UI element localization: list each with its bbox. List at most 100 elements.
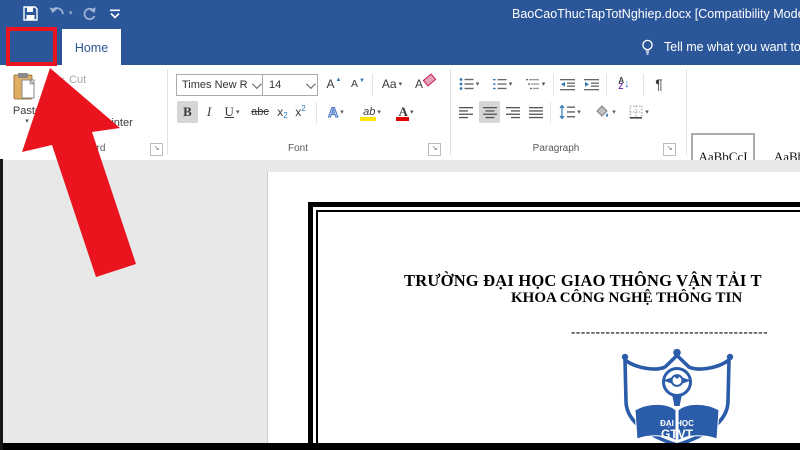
align-right-button[interactable]	[503, 101, 523, 123]
line-spacing-dropdown-icon: ▾	[577, 108, 581, 116]
tell-me-box[interactable]: Tell me what you want to	[664, 40, 800, 54]
decrease-indent-icon	[560, 78, 575, 91]
word-window: ▾ BaoCaoThucTapTotNghiep.docx [Compatibi…	[0, 0, 800, 450]
superscript-button[interactable]: x2	[292, 101, 309, 123]
bullets-dropdown-icon: ▾	[476, 80, 480, 88]
window-bottom-edge	[0, 443, 800, 450]
subscript-button[interactable]: x2	[274, 101, 291, 123]
logo-text-gtvt: GTVT	[661, 427, 694, 441]
italic-button[interactable]: I	[201, 101, 217, 123]
ribbon: Paste ▾ ✂ Cut Format Painter Clipboard ↘…	[0, 65, 800, 161]
clipboard-group-label: Clipboard	[63, 143, 106, 154]
align-left-icon	[459, 106, 473, 119]
highlight-button[interactable]: ab ▾	[356, 101, 388, 123]
shrink-font-button[interactable]: A ▼	[347, 73, 369, 95]
numbering-dropdown-icon: ▾	[509, 80, 513, 88]
group-divider	[167, 69, 168, 155]
sort-button[interactable]: A Z ↓	[611, 73, 637, 95]
save-icon[interactable]	[22, 5, 39, 22]
borders-dropdown-icon: ▾	[645, 108, 649, 116]
document-workspace: TRƯỜNG ĐẠI HỌC GIAO THÔNG VẬN TẢI T KHOA…	[0, 160, 800, 444]
undo-dropdown-icon[interactable]: ▾	[69, 9, 73, 17]
justify-icon	[529, 106, 543, 119]
cut-button[interactable]: ✂ Cut	[55, 73, 86, 87]
small-divider	[550, 102, 551, 124]
paint-bucket-icon	[594, 105, 610, 119]
customize-qat-icon[interactable]	[109, 8, 121, 20]
line-spacing-icon	[559, 105, 575, 119]
format-painter-button[interactable]: Format Painter	[60, 117, 133, 129]
show-hide-pilcrow-button[interactable]: ¶	[649, 73, 669, 95]
small-divider	[316, 102, 317, 124]
align-center-button[interactable]	[479, 101, 500, 123]
increase-indent-button[interactable]	[581, 73, 602, 95]
underline-button[interactable]: U ▾	[219, 101, 245, 123]
title-bar: ▾ BaoCaoThucTapTotNghiep.docx [Compatibi…	[0, 0, 800, 28]
clipboard-dialog-launcher-icon[interactable]: ↘	[150, 143, 163, 156]
paragraph-dialog-launcher-icon[interactable]: ↘	[663, 143, 676, 156]
document-title: BaoCaoThucTapTotNghiep.docx [Compatibili…	[512, 7, 800, 21]
paragraph-group-label: Paragraph	[533, 143, 580, 154]
font-color-bar	[396, 117, 409, 121]
font-size-value: 14	[269, 79, 281, 91]
ribbon-tab-row: File Home Insert Design Layout Reference…	[0, 28, 800, 65]
small-divider	[643, 74, 644, 96]
doc-dashed-divider: ----------------------------------------	[571, 324, 768, 340]
group-divider	[450, 69, 451, 155]
sort-arrow-icon: ↓	[624, 78, 630, 90]
grow-font-button[interactable]: A ▲	[323, 73, 345, 95]
paste-dropdown-icon: ▾	[10, 117, 44, 125]
clear-formatting-button[interactable]: A	[412, 73, 438, 95]
font-color-dropdown-icon: ▾	[410, 108, 414, 116]
highlight-dropdown-icon: ▾	[377, 108, 381, 116]
undo-icon[interactable]	[48, 6, 66, 21]
text-effects-button[interactable]: A ▾	[322, 101, 350, 123]
group-divider	[686, 69, 687, 155]
font-name-combo[interactable]: Times New R	[176, 74, 264, 96]
decrease-indent-button[interactable]	[557, 73, 578, 95]
small-divider	[606, 74, 607, 96]
multilevel-list-icon	[525, 77, 540, 91]
document-page[interactable]: TRƯỜNG ĐẠI HỌC GIAO THÔNG VẬN TẢI T KHOA…	[267, 172, 800, 444]
line-spacing-button[interactable]: ▾	[555, 101, 585, 123]
university-logo: ĐẠI HỌC GTVT	[613, 349, 741, 445]
underline-dropdown-icon: ▾	[236, 108, 240, 116]
numbered-list-icon	[492, 77, 507, 91]
bullets-button[interactable]: ▾	[455, 73, 483, 95]
small-divider	[553, 74, 554, 96]
justify-button[interactable]	[526, 101, 546, 123]
highlight-color-bar	[360, 117, 376, 121]
font-color-button[interactable]: A ▾	[392, 101, 420, 123]
shading-dropdown-icon: ▾	[612, 108, 616, 116]
multilevel-list-button[interactable]: ▾	[520, 73, 550, 95]
paste-button[interactable]: Paste ▾	[10, 72, 44, 130]
paste-clipboard-icon	[12, 72, 40, 102]
grow-font-arrow-icon: ▲	[336, 77, 342, 83]
window-left-edge	[0, 159, 3, 450]
font-size-dropdown-icon	[306, 79, 316, 89]
bullet-list-icon	[459, 77, 474, 91]
eraser-icon	[423, 73, 437, 86]
borders-grid-icon	[629, 105, 643, 119]
strikethrough-button[interactable]: abc	[247, 101, 273, 123]
paste-label: Paste	[10, 105, 44, 117]
redo-icon[interactable]	[81, 6, 97, 22]
increase-indent-icon	[584, 78, 599, 91]
text-effects-dropdown-icon: ▾	[340, 108, 344, 116]
font-size-combo[interactable]: 14	[262, 74, 318, 96]
small-divider	[372, 74, 373, 96]
bold-button[interactable]: B	[177, 101, 198, 123]
change-case-button[interactable]: Aa ▾	[377, 73, 407, 95]
numbering-button[interactable]: ▾	[487, 73, 517, 95]
borders-button[interactable]: ▾	[624, 101, 654, 123]
lightbulb-icon	[640, 39, 655, 56]
font-name-value: Times New R	[182, 79, 248, 91]
font-dialog-launcher-icon[interactable]: ↘	[428, 143, 441, 156]
align-left-button[interactable]	[456, 101, 476, 123]
change-case-dropdown-icon: ▾	[399, 80, 403, 88]
shading-button[interactable]: ▾	[590, 101, 620, 123]
cut-label: Cut	[69, 74, 86, 86]
font-group-label: Font	[288, 143, 308, 154]
tab-home[interactable]: Home	[62, 29, 121, 65]
shrink-font-arrow-icon: ▼	[359, 78, 365, 84]
